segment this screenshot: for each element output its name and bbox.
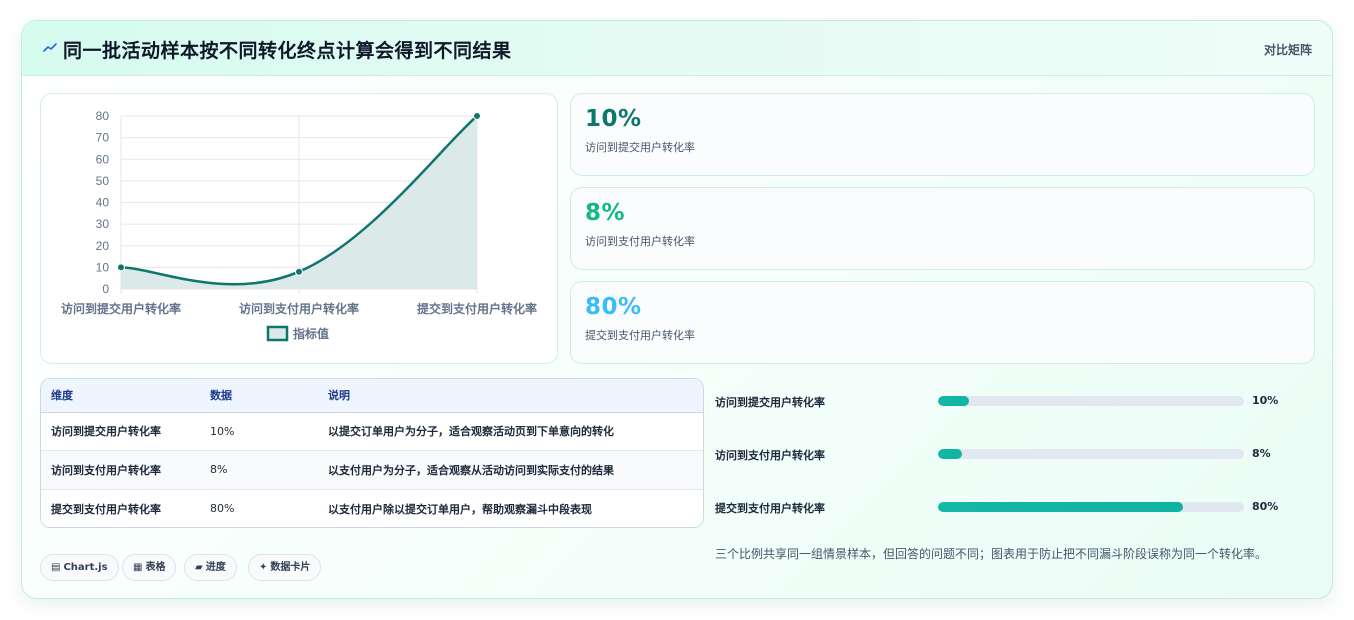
cell-data: 10% — [210, 424, 235, 438]
table-icon: ▦ — [133, 562, 143, 573]
progress-track — [938, 449, 1244, 459]
y-tick-label: 80 — [96, 109, 110, 123]
progress-row-visit-to-submit: 访问到提交用户转化率 10% — [715, 391, 1315, 411]
y-tick-label: 40 — [96, 196, 110, 210]
x-tick-label: 访问到支付用户转化率 — [239, 301, 359, 316]
stat-value: 10% — [585, 106, 642, 132]
progress-track — [938, 396, 1244, 406]
y-tick-label: 10 — [96, 260, 110, 274]
progress-icon: ▰ — [195, 562, 203, 573]
chip-label: 进度 — [205, 562, 226, 573]
progress-fill — [938, 449, 963, 459]
column-header-dimension: 维度 — [41, 379, 200, 413]
matrix-badge: 对比矩阵 — [1263, 43, 1312, 57]
y-tick-label: 60 — [96, 152, 110, 166]
stat-value: 80% — [585, 294, 642, 320]
progress-label: 访问到支付用户转化率 — [715, 449, 825, 462]
progress-label: 访问到提交用户转化率 — [715, 396, 825, 409]
progress-percent: 80% — [1252, 500, 1279, 513]
footnote: 三个比例共享同一组情景样本，但回答的问题不同；图表用于防止把不同漏斗阶段误称为同… — [715, 547, 1268, 561]
line-chart[interactable]: 0 10 20 30 40 50 60 70 80 访问到提交用户转化率 访问到支付用户转化率 提交到… — [41, 94, 559, 365]
progress-label: 提交到支付用户转化率 — [715, 502, 825, 515]
chip-progress[interactable]: ▰ 进度 — [184, 554, 237, 581]
column-header-description: 说明 — [318, 379, 703, 413]
progress-fill — [938, 502, 1183, 512]
legend-label: 指标值 — [293, 326, 329, 341]
chip-label: 数据卡片 — [270, 562, 311, 573]
chip-data-card[interactable]: ✦ 数据卡片 — [248, 554, 322, 581]
chip-label: 表格 — [145, 562, 166, 573]
progress-row-visit-to-pay: 访问到支付用户转化率 8% — [715, 444, 1315, 464]
table-row: 访问到支付用户转化率 8% 以支付用户为分子，适合观察从活动访问到实际支付的结果 — [41, 450, 703, 489]
column-header-data: 数据 — [200, 379, 318, 413]
cell-data: 8% — [210, 463, 228, 477]
x-tick-label: 访问到提交用户转化率 — [61, 301, 181, 316]
table-row: 提交到支付用户转化率 80% 以支付用户除以提交订单用户，帮助观察漏斗中段表现 — [41, 489, 703, 527]
stat-card-visit-to-pay: 8% 访问到支付用户转化率 — [570, 187, 1315, 270]
data-point — [295, 267, 303, 276]
sparkle-icon: ✦ — [259, 562, 268, 573]
y-tick-label: 50 — [96, 174, 110, 188]
progress-fill — [938, 396, 969, 406]
y-tick-label: 30 — [96, 217, 110, 231]
cell-data: 80% — [210, 502, 235, 515]
legend-swatch — [266, 325, 289, 342]
stat-card-submit-to-pay: 80% 提交到支付用户转化率 — [570, 281, 1315, 364]
progress-row-submit-to-pay: 提交到支付用户转化率 80% — [715, 497, 1315, 517]
cell-dimension: 访问到支付用户转化率 — [51, 463, 161, 477]
data-point — [117, 263, 125, 272]
table-row: 访问到提交用户转化率 10% 以提交订单用户为分子，适合观察活动页到下单意向的转… — [41, 412, 703, 451]
table-header-row: 维度 数据 说明 — [41, 379, 703, 413]
chip-table[interactable]: ▦ 表格 — [122, 554, 177, 581]
y-tick-label: 70 — [96, 131, 110, 145]
chart-icon: ▤ — [51, 562, 61, 573]
cell-description: 以支付用户为分子，适合观察从活动访问到实际支付的结果 — [328, 463, 614, 477]
y-tick-label: 0 — [102, 282, 109, 296]
comparison-table: 维度 数据 说明 访问到提交用户转化率 10% 以提交订单用户为分子，适合观察活… — [40, 378, 704, 528]
stat-label: 访问到提交用户转化率 — [585, 141, 695, 154]
stat-label: 提交到支付用户转化率 — [585, 329, 695, 342]
progress-track — [938, 502, 1244, 512]
chip-label: Chart.js — [63, 562, 108, 573]
cell-description: 以支付用户除以提交订单用户，帮助观察漏斗中段表现 — [328, 502, 592, 516]
page-title: 同一批活动样本按不同转化终点计算会得到不同结果 — [63, 40, 512, 62]
cell-description: 以提交订单用户为分子，适合观察活动页到下单意向的转化 — [328, 425, 614, 439]
line-chart-panel: 0 10 20 30 40 50 60 70 80 访问到提交用户转化率 访问到支付用户转化率 提交到… — [40, 93, 558, 364]
progress-percent: 10% — [1252, 394, 1279, 407]
chip-chartjs[interactable]: ▤ Chart.js — [40, 554, 119, 581]
comparison-card: 同一批活动样本按不同转化终点计算会得到不同结果 对比矩阵 0 10 20 30 40 50… — [21, 20, 1333, 599]
card-header: 同一批活动样本按不同转化终点计算会得到不同结果 对比矩阵 — [22, 21, 1332, 76]
stat-card-visit-to-submit: 10% 访问到提交用户转化率 — [570, 93, 1315, 176]
cell-dimension: 提交到支付用户转化率 — [51, 502, 161, 516]
trend-line-icon — [43, 43, 57, 52]
data-point — [473, 112, 481, 120]
stat-value: 8% — [585, 200, 626, 226]
x-tick-label: 提交到支付用户转化率 — [417, 301, 537, 316]
progress-percent: 8% — [1252, 447, 1271, 460]
stat-label: 访问到支付用户转化率 — [585, 235, 695, 248]
y-tick-label: 20 — [96, 239, 110, 253]
cell-dimension: 访问到提交用户转化率 — [51, 425, 161, 439]
